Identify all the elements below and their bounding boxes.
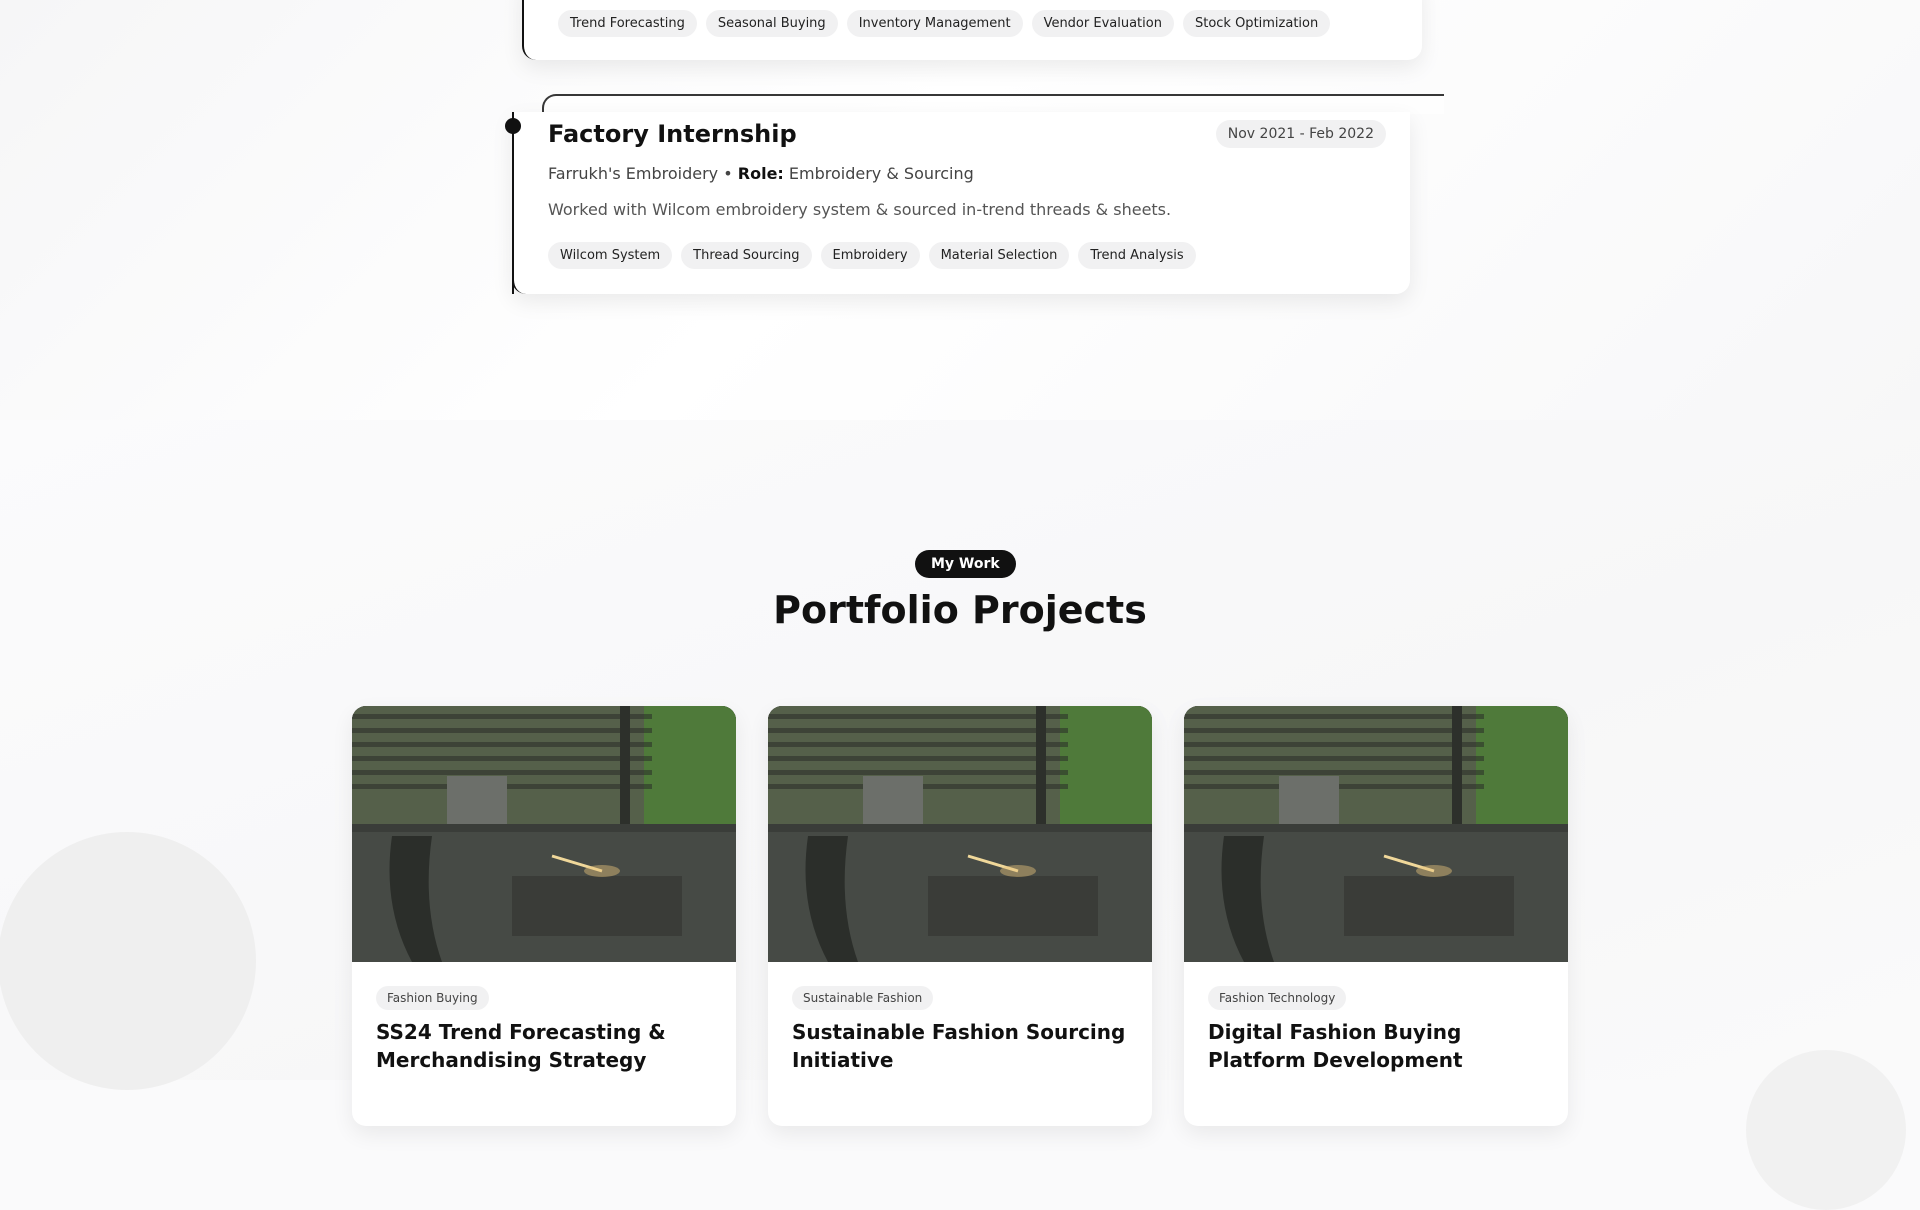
project-card[interactable]: Sustainable Fashion Sustainable Fashion … — [768, 706, 1152, 1126]
card-edge-decoration — [542, 94, 1444, 114]
skill-tag: Stock Optimization — [1182, 10, 1331, 37]
skill-tag: Vendor Evaluation — [1031, 10, 1174, 37]
skill-tag: Seasonal Buying — [705, 10, 838, 37]
project-title: Sustainable Fashion Sourcing Initiative — [792, 1020, 1126, 1072]
skill-tag: Embroidery — [820, 242, 920, 269]
skill-tag: Trend Forecasting — [558, 10, 697, 37]
section-badge: My Work — [915, 550, 1016, 578]
role-label: Role: — [737, 164, 784, 183]
experience-title: Factory Internship — [548, 120, 797, 148]
project-category: Fashion Buying — [376, 986, 489, 1010]
skill-tags: Wilcom System Thread Sourcing Embroidery… — [548, 242, 1196, 269]
skill-tag: Wilcom System — [548, 242, 673, 269]
experience-meta: Farrukh's Embroidery • Role: Embroidery … — [548, 164, 974, 183]
experience-card-previous: Trend Forecasting Seasonal Buying Invent… — [522, 0, 1422, 60]
project-image — [1184, 706, 1568, 962]
skill-tag: Inventory Management — [846, 10, 1023, 37]
project-category: Fashion Technology — [1208, 986, 1347, 1010]
company-name: Farrukh's Embroidery — [548, 164, 719, 183]
experience-card: Factory Internship Nov 2021 - Feb 2022 F… — [512, 112, 1410, 294]
skill-tag: Thread Sourcing — [681, 242, 812, 269]
project-title: SS24 Trend Forecasting & Merchandising S… — [376, 1020, 666, 1072]
project-image — [768, 706, 1152, 962]
skill-tag: Material Selection — [928, 242, 1070, 269]
decorative-circle — [1746, 1050, 1906, 1210]
project-title: Digital Fashion Buying Platform Developm… — [1208, 1020, 1463, 1072]
project-card[interactable]: Fashion Buying SS24 Trend Forecasting & … — [352, 706, 736, 1126]
experience-description: Worked with Wilcom embroidery system & s… — [548, 200, 1172, 219]
experience-date-badge: Nov 2021 - Feb 2022 — [1215, 120, 1386, 148]
project-image — [352, 706, 736, 962]
timeline-line — [512, 118, 514, 294]
decorative-circle — [0, 832, 256, 1090]
skill-tags: Trend Forecasting Seasonal Buying Invent… — [558, 10, 1331, 37]
meta-separator: • — [723, 164, 733, 183]
project-card[interactable]: Fashion Technology Digital Fashion Buyin… — [1184, 706, 1568, 1126]
section-title: Portfolio Projects — [773, 588, 1147, 632]
project-category: Sustainable Fashion — [792, 986, 934, 1010]
skill-tag: Trend Analysis — [1078, 242, 1196, 269]
role-value: Embroidery & Sourcing — [788, 164, 974, 183]
timeline-dot — [505, 118, 521, 134]
